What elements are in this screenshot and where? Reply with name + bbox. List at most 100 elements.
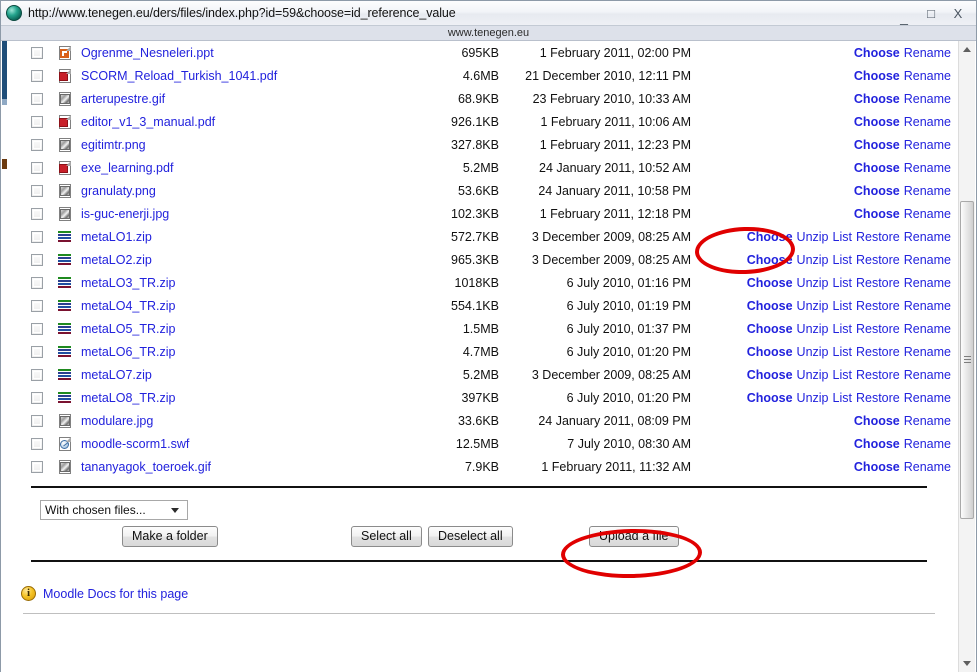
action-unzip-link[interactable]: Unzip bbox=[797, 299, 829, 313]
minimize-button[interactable]: _ bbox=[897, 10, 911, 24]
action-rename-link[interactable]: Rename bbox=[904, 414, 951, 428]
action-choose-link[interactable]: Choose bbox=[747, 276, 793, 290]
scroll-up-button[interactable] bbox=[959, 41, 975, 57]
file-name-link[interactable]: exe_learning.pdf bbox=[81, 161, 173, 175]
action-rename-link[interactable]: Rename bbox=[904, 299, 951, 313]
action-choose-link[interactable]: Choose bbox=[854, 437, 900, 451]
file-checkbox[interactable] bbox=[31, 139, 43, 152]
file-name-link[interactable]: modulare.jpg bbox=[81, 414, 153, 428]
file-checkbox[interactable] bbox=[31, 277, 43, 290]
action-choose-link[interactable]: Choose bbox=[854, 138, 900, 152]
file-name-link[interactable]: metaLO7.zip bbox=[81, 368, 152, 382]
action-rename-link[interactable]: Rename bbox=[904, 92, 951, 106]
action-restore-link[interactable]: Restore bbox=[856, 276, 900, 290]
file-checkbox[interactable] bbox=[31, 415, 43, 428]
file-checkbox[interactable] bbox=[31, 162, 43, 175]
action-choose-link[interactable]: Choose bbox=[854, 161, 900, 175]
action-choose-link[interactable]: Choose bbox=[747, 322, 793, 336]
file-checkbox[interactable] bbox=[31, 438, 43, 451]
maximize-button[interactable]: □ bbox=[924, 7, 938, 20]
action-choose-link[interactable]: Choose bbox=[747, 253, 793, 267]
action-choose-link[interactable]: Choose bbox=[854, 115, 900, 129]
file-name-link[interactable]: metaLO5_TR.zip bbox=[81, 322, 175, 336]
file-checkbox[interactable] bbox=[31, 461, 43, 474]
action-rename-link[interactable]: Rename bbox=[904, 230, 951, 244]
action-restore-link[interactable]: Restore bbox=[856, 322, 900, 336]
file-name-link[interactable]: metaLO8_TR.zip bbox=[81, 391, 175, 405]
action-rename-link[interactable]: Rename bbox=[904, 460, 951, 474]
action-choose-link[interactable]: Choose bbox=[854, 92, 900, 106]
address-bar-url[interactable]: http://www.tenegen.eu/ders/files/index.p… bbox=[28, 6, 897, 20]
action-rename-link[interactable]: Rename bbox=[904, 345, 951, 359]
file-name-link[interactable]: arterupestre.gif bbox=[81, 92, 165, 106]
action-choose-link[interactable]: Choose bbox=[747, 299, 793, 313]
action-rename-link[interactable]: Rename bbox=[904, 46, 951, 60]
upload-a-file-button[interactable]: Upload a file bbox=[589, 526, 679, 547]
action-list-link[interactable]: List bbox=[833, 276, 852, 290]
action-list-link[interactable]: List bbox=[833, 230, 852, 244]
file-name-link[interactable]: is-guc-enerji.jpg bbox=[81, 207, 169, 221]
action-choose-link[interactable]: Choose bbox=[854, 184, 900, 198]
action-rename-link[interactable]: Rename bbox=[904, 207, 951, 221]
file-name-link[interactable]: metaLO3_TR.zip bbox=[81, 276, 175, 290]
file-checkbox[interactable] bbox=[31, 254, 43, 267]
select-all-button[interactable]: Select all bbox=[351, 526, 422, 547]
file-name-link[interactable]: editor_v1_3_manual.pdf bbox=[81, 115, 215, 129]
action-restore-link[interactable]: Restore bbox=[856, 253, 900, 267]
file-name-link[interactable]: metaLO1.zip bbox=[81, 230, 152, 244]
action-choose-link[interactable]: Choose bbox=[854, 69, 900, 83]
action-rename-link[interactable]: Rename bbox=[904, 184, 951, 198]
file-name-link[interactable]: Ogrenme_Nesneleri.ppt bbox=[81, 46, 214, 60]
action-choose-link[interactable]: Choose bbox=[747, 391, 793, 405]
file-name-link[interactable]: moodle-scorm1.swf bbox=[81, 437, 189, 451]
action-rename-link[interactable]: Rename bbox=[904, 69, 951, 83]
action-choose-link[interactable]: Choose bbox=[854, 414, 900, 428]
file-checkbox[interactable] bbox=[31, 116, 43, 129]
file-checkbox[interactable] bbox=[31, 70, 43, 83]
file-name-link[interactable]: egitimtr.png bbox=[81, 138, 146, 152]
action-restore-link[interactable]: Restore bbox=[856, 368, 900, 382]
make-a-folder-button[interactable]: Make a folder bbox=[122, 526, 218, 547]
action-unzip-link[interactable]: Unzip bbox=[797, 276, 829, 290]
with-chosen-files-select[interactable]: With chosen files... bbox=[40, 500, 188, 520]
file-checkbox[interactable] bbox=[31, 300, 43, 313]
action-list-link[interactable]: List bbox=[833, 345, 852, 359]
file-name-link[interactable]: metaLO4_TR.zip bbox=[81, 299, 175, 313]
action-rename-link[interactable]: Rename bbox=[904, 253, 951, 267]
action-rename-link[interactable]: Rename bbox=[904, 138, 951, 152]
file-name-link[interactable]: granulaty.png bbox=[81, 184, 156, 198]
action-list-link[interactable]: List bbox=[833, 299, 852, 313]
action-list-link[interactable]: List bbox=[833, 391, 852, 405]
action-choose-link[interactable]: Choose bbox=[747, 368, 793, 382]
file-checkbox[interactable] bbox=[31, 346, 43, 359]
action-unzip-link[interactable]: Unzip bbox=[797, 253, 829, 267]
file-checkbox[interactable] bbox=[31, 93, 43, 106]
file-name-link[interactable]: metaLO6_TR.zip bbox=[81, 345, 175, 359]
action-rename-link[interactable]: Rename bbox=[904, 161, 951, 175]
action-unzip-link[interactable]: Unzip bbox=[797, 345, 829, 359]
file-checkbox[interactable] bbox=[31, 231, 43, 244]
action-restore-link[interactable]: Restore bbox=[856, 345, 900, 359]
file-checkbox[interactable] bbox=[31, 185, 43, 198]
action-restore-link[interactable]: Restore bbox=[856, 230, 900, 244]
file-name-link[interactable]: metaLO2.zip bbox=[81, 253, 152, 267]
file-checkbox[interactable] bbox=[31, 392, 43, 405]
file-checkbox[interactable] bbox=[31, 47, 43, 60]
action-choose-link[interactable]: Choose bbox=[854, 207, 900, 221]
action-list-link[interactable]: List bbox=[833, 368, 852, 382]
action-list-link[interactable]: List bbox=[833, 253, 852, 267]
scroll-down-button[interactable] bbox=[959, 656, 975, 672]
action-rename-link[interactable]: Rename bbox=[904, 322, 951, 336]
action-restore-link[interactable]: Restore bbox=[856, 391, 900, 405]
file-checkbox[interactable] bbox=[31, 369, 43, 382]
action-choose-link[interactable]: Choose bbox=[854, 460, 900, 474]
close-button[interactable]: X bbox=[951, 7, 965, 20]
file-checkbox[interactable] bbox=[31, 323, 43, 336]
file-name-link[interactable]: tananyagok_toeroek.gif bbox=[81, 460, 211, 474]
action-unzip-link[interactable]: Unzip bbox=[797, 322, 829, 336]
action-choose-link[interactable]: Choose bbox=[747, 230, 793, 244]
action-rename-link[interactable]: Rename bbox=[904, 115, 951, 129]
action-unzip-link[interactable]: Unzip bbox=[797, 391, 829, 405]
action-rename-link[interactable]: Rename bbox=[904, 276, 951, 290]
action-list-link[interactable]: List bbox=[833, 322, 852, 336]
